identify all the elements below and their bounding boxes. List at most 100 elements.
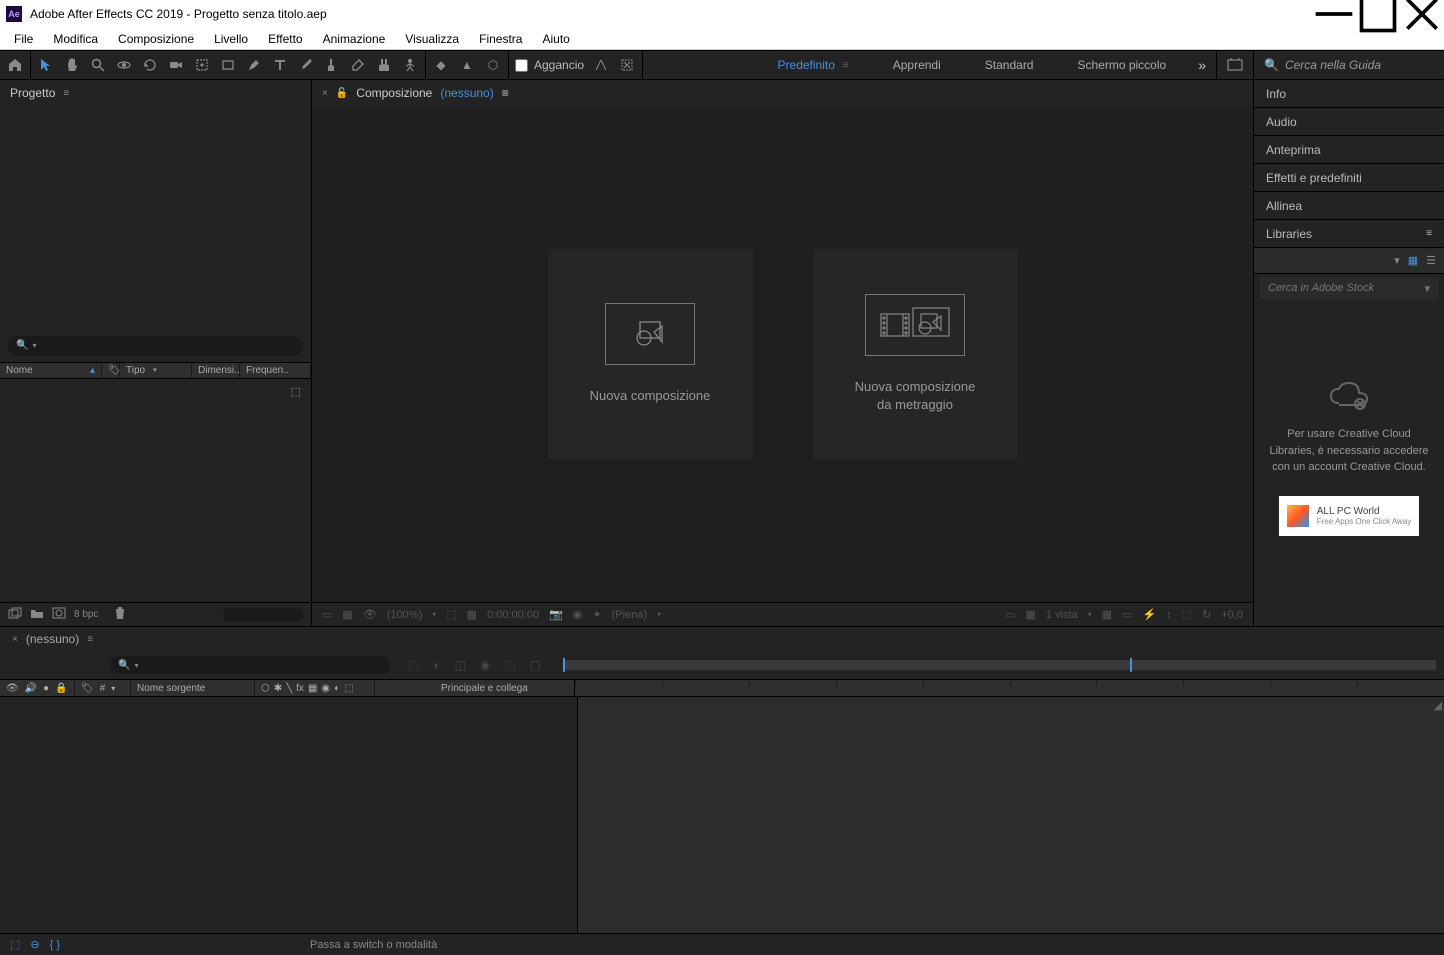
- number-col[interactable]: #: [100, 683, 106, 694]
- close-button[interactable]: [1400, 0, 1444, 28]
- snap-checkbox[interactable]: Aggancio: [515, 58, 584, 72]
- motion-blur-switch-icon[interactable]: ◉: [321, 683, 330, 694]
- workspace-schermo-piccolo[interactable]: Schermo piccolo: [1055, 51, 1188, 79]
- collapse-icon[interactable]: ✱: [274, 683, 282, 694]
- pen-tool-icon[interactable]: [245, 56, 263, 74]
- workspace-standard[interactable]: Standard: [963, 51, 1056, 79]
- snap-edge-icon[interactable]: [592, 56, 610, 74]
- help-search[interactable]: 🔍 Cerca nella Guida: [1254, 51, 1444, 79]
- selection-tool-icon[interactable]: [37, 56, 55, 74]
- panel-audio[interactable]: Audio: [1254, 108, 1444, 136]
- home-icon[interactable]: [6, 56, 24, 74]
- transparent-icon[interactable]: ▦: [467, 608, 477, 621]
- label-icon[interactable]: 🏷: [81, 683, 94, 694]
- timeline-layer-list[interactable]: [0, 697, 578, 933]
- list-view-icon[interactable]: ☰: [1426, 254, 1436, 267]
- menu-finestra[interactable]: Finestra: [469, 30, 532, 48]
- graph-editor-icon[interactable]: ⬚: [504, 658, 515, 672]
- audio-icon[interactable]: 🔊: [25, 683, 37, 694]
- project-search[interactable]: 🔍 ▾: [8, 336, 303, 356]
- mask-icon[interactable]: 👁: [363, 608, 377, 621]
- panel-menu-icon[interactable]: ≡: [502, 86, 509, 100]
- dropdown-icon[interactable]: ▾: [1394, 254, 1400, 267]
- workspace-overflow-icon[interactable]: »: [1188, 57, 1216, 73]
- frame-blend-switch-icon[interactable]: ▦: [308, 683, 317, 694]
- bpc-indicator[interactable]: 8 bpc: [74, 609, 98, 620]
- panel-effetti[interactable]: Effetti e predefiniti: [1254, 164, 1444, 192]
- hand-tool-icon[interactable]: [63, 56, 81, 74]
- libraries-search[interactable]: Cerca in Adobe Stock ▾: [1260, 277, 1438, 299]
- flowchart-icon[interactable]: ⬚: [291, 385, 301, 398]
- quality-icon[interactable]: ╲: [286, 683, 292, 694]
- grid-view-icon[interactable]: ▦: [1408, 254, 1418, 267]
- menu-modifica[interactable]: Modifica: [43, 30, 108, 48]
- minimize-button[interactable]: [1312, 0, 1356, 28]
- comp-mini-icon[interactable]: ⬚: [408, 658, 419, 672]
- work-area-start[interactable]: [563, 658, 565, 672]
- panel-menu-icon[interactable]: ≡: [63, 88, 69, 99]
- pixel-aspect-icon[interactable]: ▭: [1122, 608, 1132, 621]
- interpret-icon[interactable]: [8, 607, 22, 622]
- roi-icon[interactable]: ▭: [1005, 608, 1015, 621]
- brush-tool-icon[interactable]: [297, 56, 315, 74]
- motion-blur-icon[interactable]: ◉: [480, 658, 490, 672]
- snap-checkbox-input[interactable]: [515, 59, 528, 72]
- workspace-menu-icon[interactable]: ≡: [843, 60, 849, 71]
- text-tool-icon[interactable]: [271, 56, 289, 74]
- menu-visualizza[interactable]: Visualizza: [395, 30, 469, 48]
- menu-livello[interactable]: Livello: [204, 30, 258, 48]
- timeline-icon[interactable]: ↕: [1166, 609, 1172, 621]
- toggle-switches-icon[interactable]: ⬚: [10, 938, 20, 951]
- new-composition-from-footage-button[interactable]: Nuova composizioneda metraggio: [813, 249, 1018, 459]
- brackets-icon[interactable]: { }: [50, 939, 60, 951]
- guides-icon[interactable]: ▦: [342, 608, 352, 621]
- sync-settings-icon[interactable]: [1217, 57, 1253, 74]
- camera-tool-icon[interactable]: [167, 56, 185, 74]
- res-icon[interactable]: ⬚: [446, 608, 456, 621]
- dropdown-icon[interactable]: ▾: [1424, 282, 1430, 295]
- adjustment-icon[interactable]: ◐: [334, 683, 340, 694]
- maximize-button[interactable]: [1356, 0, 1400, 28]
- col-dimensioni[interactable]: Dimensi..: [192, 363, 240, 378]
- delete-icon[interactable]: [114, 606, 126, 623]
- menu-effetto[interactable]: Effetto: [258, 30, 312, 48]
- snap-collapse-icon[interactable]: [618, 56, 636, 74]
- panel-allinea[interactable]: Allinea: [1254, 192, 1444, 220]
- source-name-col[interactable]: Nome sorgente: [137, 683, 205, 694]
- timeline-tracks[interactable]: ◢: [578, 697, 1444, 933]
- fast-preview-icon[interactable]: ⚡: [1142, 608, 1156, 621]
- tab-close-icon[interactable]: ×: [322, 88, 328, 99]
- panel-info[interactable]: Info: [1254, 80, 1444, 108]
- search-dropdown-icon[interactable]: ▾: [32, 341, 36, 350]
- project-panel-tab[interactable]: Progetto ≡: [0, 80, 311, 106]
- menu-composizione[interactable]: Composizione: [108, 30, 204, 48]
- new-comp-icon[interactable]: [52, 607, 66, 622]
- video-icon[interactable]: 👁: [6, 683, 19, 694]
- anchor-tool-icon[interactable]: [193, 56, 211, 74]
- comp-flowchart-icon[interactable]: ⬚: [1182, 608, 1192, 621]
- view-axis-icon[interactable]: ⬡: [484, 56, 502, 74]
- roto-tool-icon[interactable]: [375, 56, 393, 74]
- alpha-icon[interactable]: ▭: [322, 608, 332, 621]
- shy-switch-icon[interactable]: ⬡: [261, 683, 270, 694]
- lock-icon[interactable]: 🔓: [336, 88, 348, 99]
- new-folder-icon[interactable]: [30, 607, 44, 622]
- local-axis-icon[interactable]: ◆: [432, 56, 450, 74]
- panel-menu-icon[interactable]: ≡: [1426, 228, 1432, 239]
- work-area-end[interactable]: [1130, 658, 1132, 672]
- puppet-tool-icon[interactable]: [401, 56, 419, 74]
- zoom-tool-icon[interactable]: [89, 56, 107, 74]
- 3d-icon[interactable]: ⬚: [344, 683, 353, 694]
- workspace-apprendi[interactable]: Apprendi: [871, 51, 963, 79]
- frame-blend-icon[interactable]: ◫: [455, 658, 466, 672]
- 3d-view-icon[interactable]: ▦: [1102, 608, 1112, 621]
- timeline-ruler[interactable]: [563, 660, 1436, 670]
- col-tipo[interactable]: Tipo▾: [120, 363, 192, 378]
- grid-icon[interactable]: ▦: [1025, 608, 1035, 621]
- timeline-search[interactable]: 🔍 ▾: [110, 656, 390, 674]
- col-nome[interactable]: Nome▴: [0, 363, 102, 378]
- panel-anteprima[interactable]: Anteprima: [1254, 136, 1444, 164]
- rectangle-tool-icon[interactable]: [219, 56, 237, 74]
- orbit-tool-icon[interactable]: [115, 56, 133, 74]
- col-frequenza[interactable]: Frequen..: [240, 363, 311, 378]
